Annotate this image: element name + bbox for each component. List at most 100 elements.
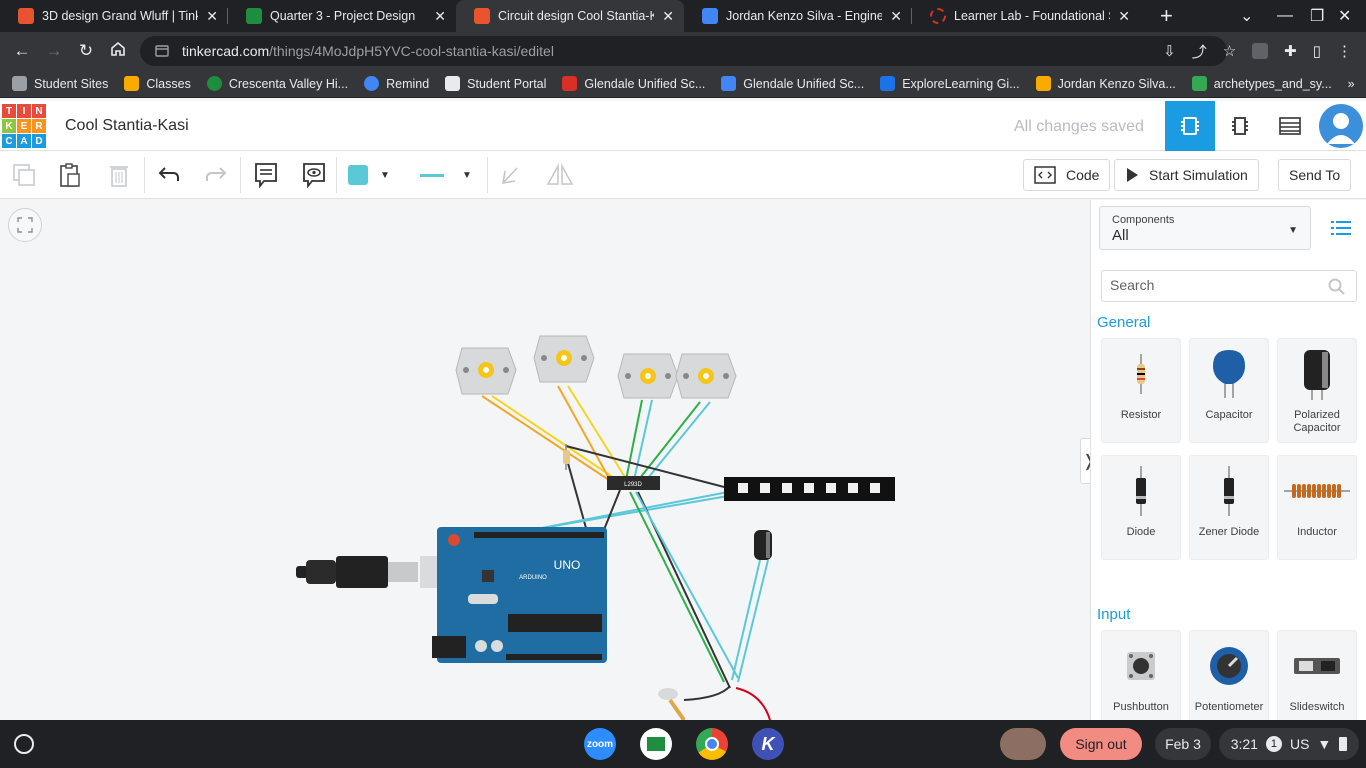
tab-search-button[interactable]: ⌄: [1240, 0, 1253, 32]
component-card-polarized-capacitor[interactable]: Polarized Capacitor: [1277, 338, 1357, 443]
extension-puzzle-box-icon[interactable]: [1252, 43, 1269, 59]
project-name[interactable]: Cool Stantia-Kasi: [65, 117, 189, 135]
bookmark-item[interactable]: Glendale Unified Sc...: [562, 76, 705, 91]
collapse-panel-button[interactable]: ❭: [1080, 438, 1090, 484]
browser-tab[interactable]: Quarter 3 - Project Design ✕: [228, 0, 456, 32]
wire-line-icon: [420, 173, 444, 177]
close-tab-icon[interactable]: ✕: [1118, 8, 1130, 25]
close-tab-icon[interactable]: ✕: [662, 8, 674, 25]
classroom-app-icon[interactable]: [640, 728, 672, 760]
bookmark-item[interactable]: Student Portal: [445, 76, 546, 91]
reload-button[interactable]: ↻: [70, 41, 102, 61]
notes-button[interactable]: [250, 159, 282, 191]
close-tab-icon[interactable]: ✕: [890, 8, 902, 25]
dc-motor[interactable]: [533, 335, 595, 383]
browser-tab[interactable]: Jordan Kenzo Silva - Engineeri ✕: [684, 0, 912, 32]
component-card-zener-diode[interactable]: Zener Diode: [1189, 455, 1269, 560]
redo-button[interactable]: [200, 159, 232, 191]
zoom-app-icon[interactable]: zoom: [584, 728, 616, 760]
rotate-button[interactable]: [494, 159, 526, 191]
k-app-icon[interactable]: K: [752, 728, 784, 760]
install-app-icon[interactable]: ⇩: [1163, 42, 1176, 60]
code-button[interactable]: Code: [1023, 159, 1111, 191]
extensions-puzzle-icon[interactable]: ✚: [1284, 42, 1297, 60]
send-to-button[interactable]: Send To: [1278, 159, 1352, 191]
share-icon[interactable]: ⤴: [1192, 41, 1207, 62]
schematic-icon: [1232, 117, 1248, 135]
neopixel-strip[interactable]: [724, 477, 895, 501]
list-view-toggle[interactable]: [1321, 206, 1361, 250]
new-tab-button[interactable]: +: [1160, 0, 1173, 32]
user-profile-thumbnail[interactable]: [1000, 728, 1046, 760]
undo-button[interactable]: [153, 159, 185, 191]
component-search-input[interactable]: Search: [1101, 270, 1357, 302]
classroom-favicon-icon: [246, 8, 262, 24]
component-card-slideswitch[interactable]: Slideswitch: [1277, 630, 1357, 720]
flip-button[interactable]: [544, 159, 576, 191]
bookmark-star-icon[interactable]: ☆: [1223, 42, 1236, 60]
l293d-chip[interactable]: L293D: [607, 476, 660, 490]
dc-motor[interactable]: [617, 353, 679, 399]
delete-button[interactable]: [103, 159, 135, 191]
chrome-app-icon[interactable]: [696, 728, 728, 760]
browser-tab[interactable]: Learner Lab - Foundational Se ✕: [912, 0, 1140, 32]
user-avatar[interactable]: [1319, 104, 1363, 148]
omnibox-actions: ⇩ ⤴ ☆ ✚ ▯ ⋮: [1163, 32, 1366, 70]
home-button[interactable]: [102, 40, 134, 63]
editor-toolbar: ▼ ▼ Code Start Simulation Send To: [0, 151, 1366, 199]
arduino-uno-board[interactable]: UNO ARDUINO: [432, 527, 607, 663]
dc-motor[interactable]: [455, 347, 517, 395]
forward-button[interactable]: →: [38, 41, 70, 61]
side-panel-icon[interactable]: ▯: [1313, 42, 1321, 60]
component-card-capacitor[interactable]: Capacitor: [1189, 338, 1269, 443]
status-tray[interactable]: 3:21 1 US ▼: [1219, 728, 1359, 760]
components-dropdown[interactable]: Components All ▼: [1099, 206, 1311, 250]
browser-tab-active[interactable]: Circuit design Cool Stantia-Ka ✕: [456, 0, 684, 32]
sign-out-button[interactable]: Sign out: [1060, 728, 1142, 760]
bookmark-item[interactable]: Classes: [124, 76, 191, 91]
more-menu-icon[interactable]: ⋮: [1337, 42, 1352, 60]
paste-button[interactable]: [54, 159, 86, 191]
back-button[interactable]: ←: [6, 41, 38, 61]
restore-button[interactable]: ❐: [1310, 0, 1324, 32]
color-picker[interactable]: ▼: [348, 159, 408, 191]
close-window-button[interactable]: ✕: [1338, 0, 1351, 32]
more-bookmarks-button[interactable]: »: [1348, 77, 1355, 91]
close-tab-icon[interactable]: ✕: [434, 8, 446, 25]
schematic-view-button[interactable]: [1215, 101, 1265, 151]
circuit-view-button[interactable]: [1165, 101, 1215, 151]
bookmark-item[interactable]: Remind: [364, 76, 429, 91]
tinkercad-logo[interactable]: T I N K E R C A D: [2, 104, 46, 148]
polarized-capacitor-part[interactable]: [754, 530, 772, 560]
bookmark-item[interactable]: Student Sites: [12, 76, 108, 91]
minimize-button[interactable]: —: [1277, 0, 1293, 32]
component-card-diode[interactable]: Diode: [1101, 455, 1181, 560]
remind-icon: [364, 76, 380, 91]
dc-motor[interactable]: [675, 353, 737, 399]
notes-visibility-button[interactable]: [298, 159, 330, 191]
start-simulation-button[interactable]: Start Simulation: [1114, 159, 1259, 191]
browser-tab[interactable]: 3D design Grand Wluff | Tinker ✕: [0, 0, 228, 32]
address-bar[interactable]: tinkercad.com/things/4MoJdpH5YVC-cool-st…: [140, 36, 1227, 66]
component-card-potentiometer[interactable]: Potentiometer: [1189, 630, 1269, 720]
search-icon[interactable]: [1328, 278, 1346, 296]
rotate-icon: [502, 167, 518, 184]
potentiometer-part[interactable]: [658, 688, 686, 720]
component-card-inductor[interactable]: Inductor: [1277, 455, 1357, 560]
bookmark-item[interactable]: Jordan Kenzo Silva...: [1035, 76, 1176, 91]
bookmark-item[interactable]: archetypes_and_sy...: [1191, 76, 1332, 91]
launcher-button[interactable]: [14, 734, 34, 754]
component-list-view-button[interactable]: [1265, 101, 1315, 151]
circuit-canvas[interactable]: L293D UNO ARDUINO: [0, 200, 1090, 720]
close-tab-icon[interactable]: ✕: [206, 8, 218, 25]
resistor-icon: [1137, 354, 1145, 394]
bookmark-item[interactable]: Glendale Unified Sc...: [721, 76, 864, 91]
copy-button[interactable]: [8, 159, 40, 191]
bookmark-item[interactable]: ExploreLearning Gi...: [880, 76, 1020, 91]
date-tray[interactable]: Feb 3: [1155, 728, 1211, 760]
bookmark-item[interactable]: Crescenta Valley Hi...: [206, 76, 348, 91]
site-info-icon[interactable]: [154, 43, 170, 59]
component-card-pushbutton[interactable]: Pushbutton: [1101, 630, 1181, 720]
component-card-resistor[interactable]: Resistor: [1101, 338, 1181, 443]
wire-type-picker[interactable]: ▼: [420, 159, 480, 191]
